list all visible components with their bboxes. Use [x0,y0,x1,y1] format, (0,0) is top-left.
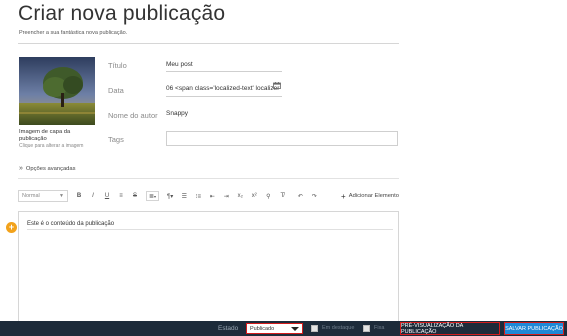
title-label: Título [108,61,127,70]
title-field[interactable]: Meu post [166,61,193,68]
date-label: Data [108,86,124,95]
editor-content[interactable]: Este é o conteúdo da publicação [27,221,114,227]
add-element-button[interactable]: + Adicionar Elemento [341,192,399,201]
redo-icon[interactable]: ↷ [311,193,317,200]
line-height-icon[interactable]: ¶▾ [167,193,173,200]
numbered-list-icon[interactable]: ⁝≡ [195,193,201,200]
chevron-down-icon: ▾ [154,193,157,199]
pinned-checkbox[interactable] [363,325,370,332]
divider [18,43,399,44]
featured-checkbox[interactable] [311,325,318,332]
title-underline [166,71,282,72]
save-button[interactable]: SALVAR PUBLICAÇÃO [504,322,564,335]
quote-icon[interactable]: ≡ [118,193,124,199]
author-label: Nome do autor [108,111,158,120]
paragraph-style-value: Normal [22,193,40,199]
preview-button[interactable]: PRÉ-VISUALIZAÇÃO DA PUBLICAÇÃO [400,322,500,335]
undo-icon[interactable]: ↶ [297,193,303,200]
date-underline [166,96,282,97]
calendar-icon[interactable] [273,82,281,89]
advanced-options-label: Opções avançadas [25,165,76,172]
chevron-down-icon: ▼ [59,193,64,199]
chevron-right-icon: » [19,165,23,172]
chevron-down-icon [291,327,299,331]
subscript-button[interactable]: x₂ [237,193,243,199]
tags-label: Tags [108,135,124,144]
cover-image-hint: Clique para alterar a imagem [19,143,84,149]
page-subtitle: Preencher a sua fantástica nova publicaç… [19,30,128,36]
content-editor[interactable]: Este é o conteúdo da publicação [18,211,399,323]
bottom-bar: Estado Publicado Em destaque Fixa PRÉ-VI… [0,321,567,336]
date-field[interactable]: 06 <span class='localized-text' localize… [166,85,279,92]
add-element-label: Adicionar Elemento [348,193,399,199]
pinned-label: Fixa [374,325,385,331]
editor-toolbar: Normal ▼ B I U ≡ S ≣ ▾ ¶▾ ☰ ⁝≡ ⇤ ⇥ x₂ x² … [18,188,399,204]
link-icon[interactable]: ⚲ [265,193,271,200]
state-label: Estado [218,325,239,332]
add-block-icon[interactable]: + [6,222,17,233]
paragraph-style-select[interactable]: Normal ▼ [18,190,68,202]
editor-underline [27,229,393,230]
plus-icon: + [341,191,346,201]
underline-button[interactable]: U [104,193,110,199]
author-field[interactable]: Snappy [166,110,188,117]
bold-button[interactable]: B [76,193,82,199]
outdent-icon[interactable]: ⇤ [209,193,215,200]
strike-button[interactable]: S [132,193,138,199]
page-title: Criar nova publicação [18,2,226,25]
bullet-list-icon[interactable]: ☰ [181,193,187,200]
indent-icon[interactable]: ⇥ [223,193,229,200]
superscript-button[interactable]: x² [251,193,257,199]
italic-button[interactable]: I [90,193,96,199]
tags-input[interactable] [166,131,398,146]
state-select-value: Publicado [250,325,275,332]
featured-label: Em destaque [322,325,355,331]
cover-image[interactable] [19,57,95,125]
cover-image-label: Imagem de capa da publicação [19,129,71,142]
align-dropdown[interactable]: ≣ ▾ [146,191,160,201]
advanced-options-toggle[interactable]: » Opções avançadas [19,165,76,172]
clear-format-icon[interactable]: T̸ [279,193,285,199]
state-select[interactable]: Publicado [246,323,303,334]
divider [18,178,399,179]
